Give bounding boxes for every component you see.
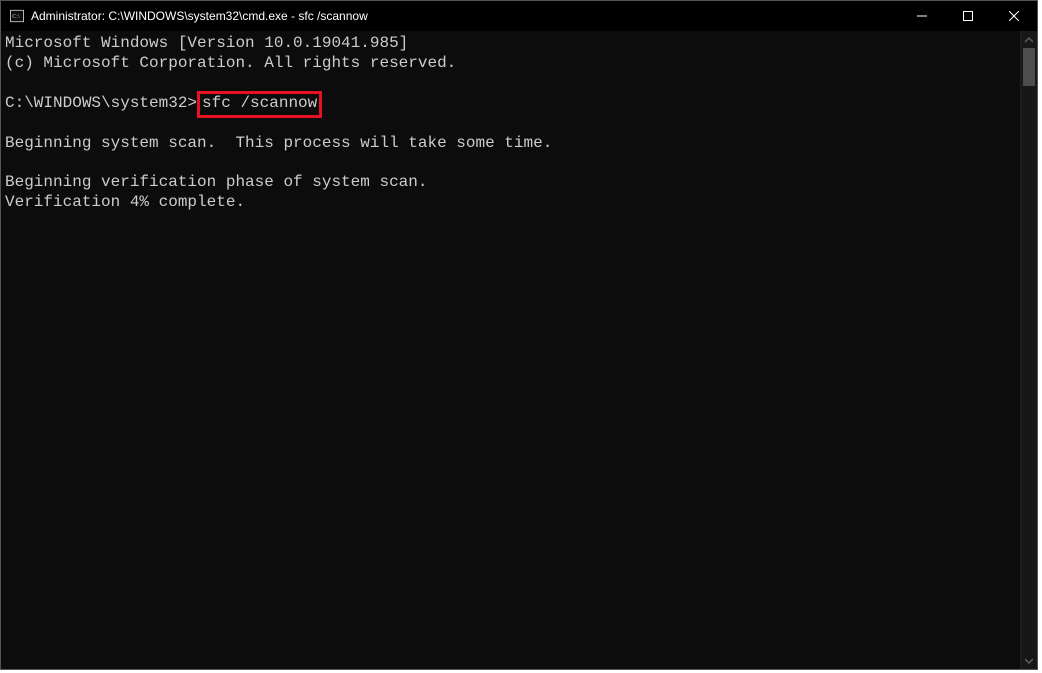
vertical-scrollbar[interactable] [1020,31,1037,669]
verify-begin-line: Beginning verification phase of system s… [5,173,427,191]
maximize-button[interactable] [945,1,991,31]
terminal-output[interactable]: Microsoft Windows [Version 10.0.19041.98… [1,31,1020,669]
scroll-down-arrow-icon[interactable] [1021,652,1037,669]
scroll-track[interactable] [1021,48,1037,652]
window-controls [899,1,1037,31]
content-area: Microsoft Windows [Version 10.0.19041.98… [1,31,1037,669]
window-title: Administrator: C:\WINDOWS\system32\cmd.e… [31,9,899,23]
cmd-window: C:\ Administrator: C:\WINDOWS\system32\c… [0,0,1038,670]
command-highlight: sfc /scannow [197,91,322,119]
titlebar[interactable]: C:\ Administrator: C:\WINDOWS\system32\c… [1,1,1037,31]
scroll-up-arrow-icon[interactable] [1021,31,1037,48]
entered-command: sfc /scannow [202,94,317,112]
copyright-line: (c) Microsoft Corporation. All rights re… [5,54,456,72]
close-button[interactable] [991,1,1037,31]
minimize-button[interactable] [899,1,945,31]
scroll-thumb[interactable] [1023,48,1035,86]
cmd-icon: C:\ [9,8,25,24]
version-line: Microsoft Windows [Version 10.0.19041.98… [5,34,408,52]
prompt: C:\WINDOWS\system32> [5,94,197,112]
svg-text:C:\: C:\ [12,14,20,20]
scan-begin-line: Beginning system scan. This process will… [5,134,552,152]
progress-line: Verification 4% complete. [5,193,245,211]
